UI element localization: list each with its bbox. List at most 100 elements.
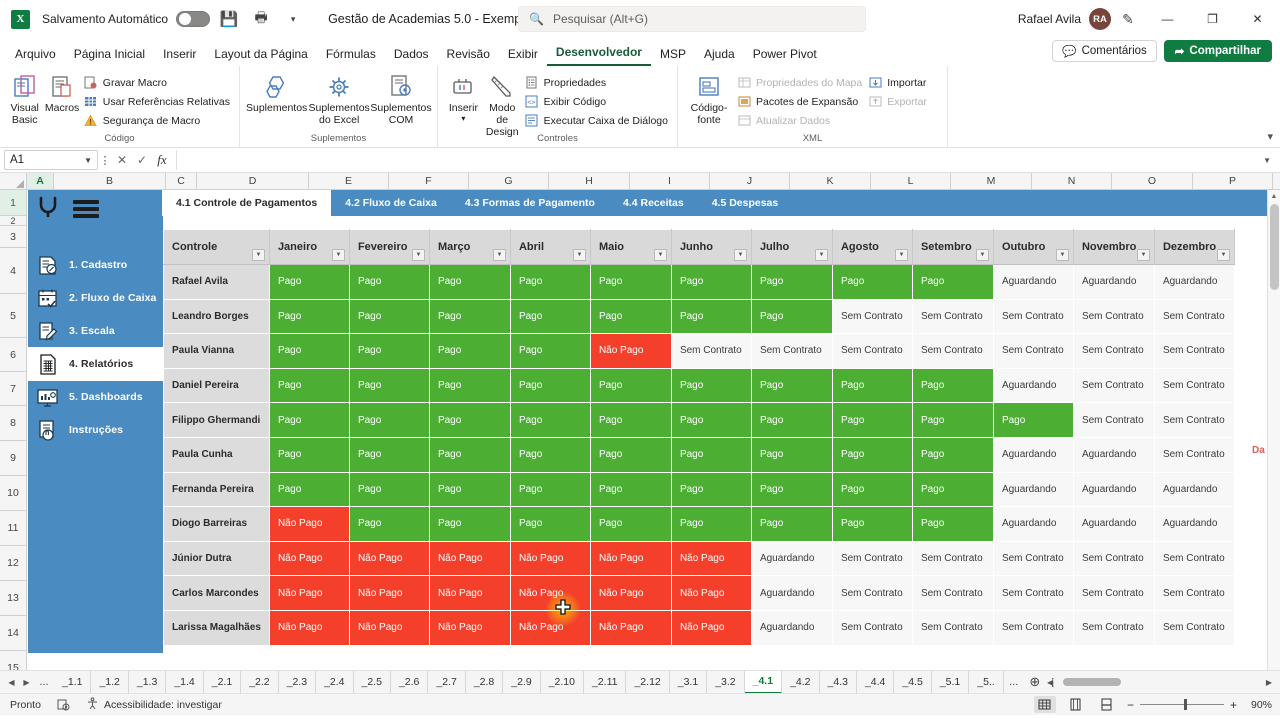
section-tab-4-5[interactable]: 4.5 Despesas <box>698 190 793 216</box>
cancel-icon[interactable]: ✕ <box>112 153 132 167</box>
status-cell[interactable]: Pago <box>590 402 672 438</box>
confirm-icon[interactable]: ✓ <box>132 153 152 167</box>
row-name-cell[interactable]: Paula Cunha <box>163 437 270 473</box>
status-cell[interactable]: Sem Contrato <box>1073 299 1155 334</box>
status-cell[interactable]: Pago <box>671 437 752 473</box>
status-cell[interactable]: Sem Contrato <box>751 333 833 369</box>
select-all-corner[interactable] <box>0 173 27 189</box>
status-cell[interactable]: Pago <box>349 402 430 438</box>
filter-icon-novembro[interactable]: ▼ <box>1136 249 1150 261</box>
filter-icon-marco[interactable]: ▼ <box>492 249 506 261</box>
col-header-outubro[interactable]: Outubro ▼ <box>993 229 1074 265</box>
sheet-tab-11[interactable]: _1.1 <box>54 670 92 694</box>
ribbon-tab-inserir[interactable]: Inserir <box>154 44 205 66</box>
sheet-tab-26[interactable]: _2.6 <box>391 670 429 694</box>
vertical-scrollbar[interactable]: ▲ <box>1267 190 1280 670</box>
status-cell[interactable]: Sem Contrato <box>912 299 994 334</box>
sidebar-item-cadastro[interactable]: 1. Cadastro <box>28 248 163 282</box>
status-cell[interactable]: Sem Contrato <box>1154 610 1235 646</box>
status-cell[interactable]: Pago <box>671 264 752 300</box>
status-cell[interactable]: Não Pago <box>429 541 511 576</box>
ribbon-tab-msp[interactable]: MSP <box>651 44 695 66</box>
column-header-C[interactable]: C <box>166 173 197 189</box>
prev-sheet-icon[interactable]: ◀ <box>4 678 19 687</box>
status-cell[interactable]: Pago <box>269 333 350 369</box>
col-header-fevereiro[interactable]: Fevereiro ▼ <box>349 229 430 265</box>
column-header-O[interactable]: O <box>1112 173 1193 189</box>
column-header-L[interactable]: L <box>871 173 951 189</box>
status-cell[interactable]: Pago <box>349 472 430 507</box>
status-cell[interactable]: Sem Contrato <box>1073 333 1155 369</box>
status-cell[interactable]: Sem Contrato <box>912 575 994 611</box>
status-cell[interactable]: Pago <box>590 299 672 334</box>
properties-button[interactable]: Propriedades <box>522 73 671 92</box>
col-header-janeiro[interactable]: Janeiro ▼ <box>269 229 350 265</box>
status-cell[interactable]: Pago <box>671 368 752 403</box>
col-header-junho[interactable]: Junho ▼ <box>671 229 752 265</box>
customize-quick-access-icon[interactable]: ▾ <box>280 6 306 32</box>
design-mode-button[interactable]: Modo de Design <box>483 70 522 138</box>
status-cell[interactable]: Pago <box>751 437 833 473</box>
filter-icon-janeiro[interactable]: ▼ <box>331 249 345 261</box>
column-header-N[interactable]: N <box>1032 173 1112 189</box>
sheet-tab-43[interactable]: _4.3 <box>820 670 857 694</box>
status-cell[interactable]: Pago <box>269 264 350 300</box>
filter-icon-maio[interactable]: ▼ <box>653 249 667 261</box>
status-cell[interactable]: Pago <box>671 472 752 507</box>
excel-addins-button[interactable]: Suplementos do Excel <box>307 70 371 126</box>
search-input[interactable]: 🔍 Pesquisar (Alt+G) <box>518 6 866 32</box>
status-cell[interactable]: Pago <box>429 506 511 542</box>
status-cell[interactable]: Pago <box>349 437 430 473</box>
sheet-tab-45[interactable]: _4.5 <box>894 670 932 694</box>
row-name-cell[interactable]: Júnior Dutra <box>163 541 270 576</box>
sheet-tab-44[interactable]: _4.4 <box>857 670 895 694</box>
ribbon-tab-revisao[interactable]: Revisão <box>438 44 499 66</box>
status-cell[interactable]: Pago <box>832 264 913 300</box>
section-tab-4-3[interactable]: 4.3 Formas de Pagamento <box>451 190 609 216</box>
status-cell[interactable]: Pago <box>349 264 430 300</box>
status-cell[interactable]: Sem Contrato <box>832 299 913 334</box>
status-cell[interactable]: Sem Contrato <box>1154 541 1235 576</box>
restore-button[interactable]: ❐ <box>1190 0 1235 38</box>
chevron-down-icon[interactable]: ▼ <box>84 156 92 165</box>
status-cell[interactable]: Pago <box>510 506 591 542</box>
horizontal-scroll-thumb[interactable] <box>1063 678 1122 686</box>
add-sheet-icon[interactable]: ⊕ <box>1024 674 1046 690</box>
status-cell[interactable]: Não Pago <box>269 541 350 576</box>
ribbon-collapse-icon[interactable]: ▾ <box>1267 130 1273 143</box>
col-header-maio[interactable]: Maio ▼ <box>590 229 672 265</box>
status-cell[interactable]: Pago <box>269 299 350 334</box>
horizontal-scrollbar[interactable]: ◀ ▶ <box>1047 675 1272 689</box>
ribbon-tab-layout-da-pagina[interactable]: Layout da Página <box>205 44 316 66</box>
status-cell[interactable]: Sem Contrato <box>993 333 1074 369</box>
com-addins-button[interactable]: Suplementos COM <box>370 70 432 126</box>
status-cell[interactable]: Sem Contrato <box>1154 333 1235 369</box>
ribbon-tab-power-pivot[interactable]: Power Pivot <box>744 44 826 66</box>
col-header-setembro[interactable]: Setembro ▼ <box>912 229 994 265</box>
status-cell[interactable]: Pago <box>751 299 833 334</box>
formula-input[interactable] <box>176 150 1258 170</box>
status-cell[interactable]: Pago <box>751 264 833 300</box>
sheet-tab-13[interactable]: _1.3 <box>129 670 167 694</box>
status-cell[interactable]: Não Pago <box>349 541 430 576</box>
next-sheet-icon[interactable]: ▶ <box>19 678 34 687</box>
sheet-tab-212[interactable]: _2.12 <box>626 670 670 694</box>
share-button[interactable]: ➦ Compartilhar <box>1163 40 1272 62</box>
zoom-knob[interactable] <box>1183 699 1187 710</box>
status-cell[interactable]: Pago <box>912 402 994 438</box>
col-header-julho[interactable]: Julho ▼ <box>751 229 833 265</box>
status-cell[interactable]: Pago <box>590 264 672 300</box>
filter-icon-abril[interactable]: ▼ <box>572 249 586 261</box>
status-cell[interactable]: Pago <box>510 299 591 334</box>
status-cell[interactable]: Pago <box>510 402 591 438</box>
status-cell[interactable]: Sem Contrato <box>912 541 994 576</box>
column-header-G[interactable]: G <box>469 173 549 189</box>
ribbon-tab-pagina-inicial[interactable]: Página Inicial <box>65 44 154 66</box>
ribbon-tab-exibir[interactable]: Exibir <box>499 44 547 66</box>
col-header-abril[interactable]: Abril ▼ <box>510 229 591 265</box>
expansion-packs-button[interactable]: Pacotes de Expansão <box>734 92 865 111</box>
status-cell[interactable]: Pago <box>429 333 511 369</box>
vertical-scroll-thumb[interactable] <box>1270 204 1279 290</box>
status-cell[interactable]: Pago <box>832 437 913 473</box>
status-cell[interactable]: Sem Contrato <box>832 610 913 646</box>
